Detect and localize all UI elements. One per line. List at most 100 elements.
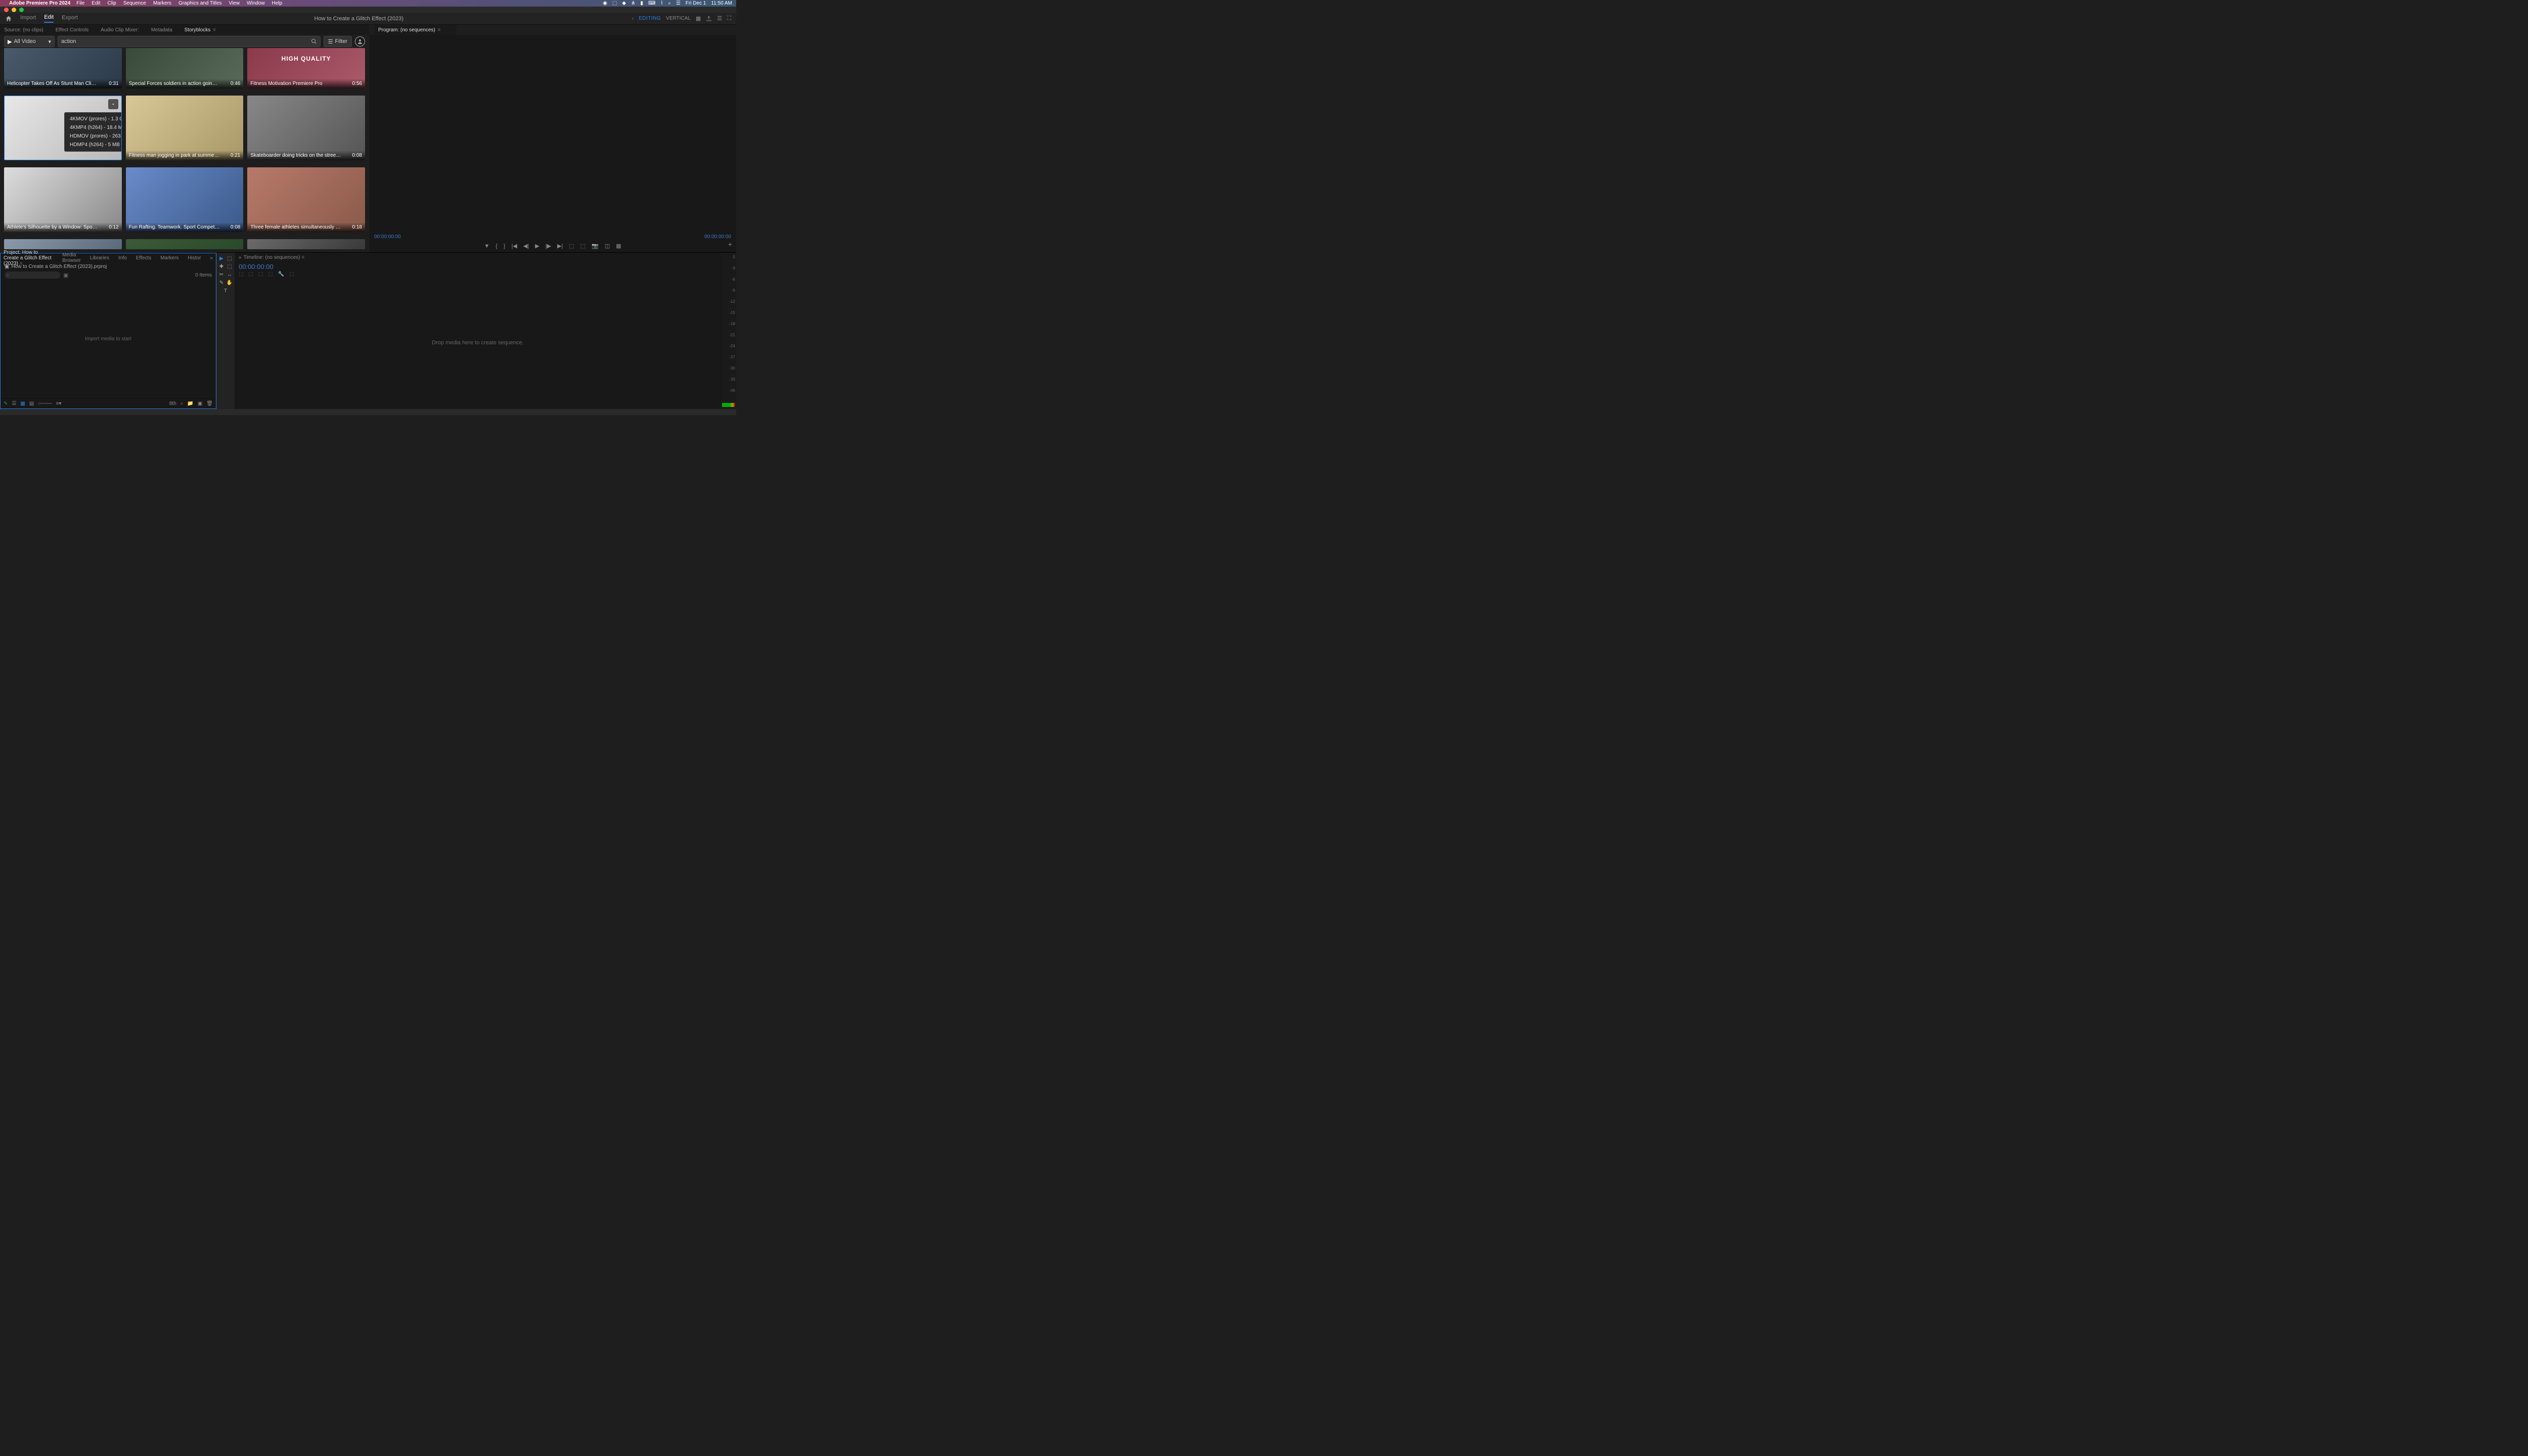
workspace-arrow[interactable]: ‹ <box>632 16 634 22</box>
tab-source[interactable]: Source: (no clips) <box>4 27 43 33</box>
tab-import[interactable]: Import <box>20 15 36 22</box>
list-view-icon[interactable]: ☰ <box>12 401 16 406</box>
download-button[interactable] <box>108 99 118 109</box>
clip-item[interactable]: Skateboarder doing tricks on the streets… <box>247 96 365 160</box>
share-icon[interactable] <box>706 16 712 22</box>
search-input[interactable] <box>61 38 311 44</box>
close-program-tab-icon[interactable]: ≡ <box>438 27 441 33</box>
clip-item[interactable] <box>247 239 365 249</box>
icon-view-icon[interactable]: ▦ <box>20 401 25 406</box>
go-to-out-button[interactable]: ▶| <box>557 243 563 249</box>
tab-effects[interactable]: Effects <box>136 255 151 261</box>
clip-item[interactable]: HIGH QUALITY Fitness Motivation Premiere… <box>247 48 365 88</box>
fullscreen-icon[interactable]: ⛶ <box>727 15 731 22</box>
status-icon-control[interactable]: ☰ <box>676 1 681 6</box>
pen-tool[interactable]: ✎ <box>218 279 225 286</box>
tab-markers[interactable]: Markers <box>160 255 178 261</box>
step-back-button[interactable]: ◀| <box>523 243 529 249</box>
program-timecode-right[interactable]: 00:00:00:00 <box>704 234 731 240</box>
clip-item[interactable] <box>4 239 122 249</box>
play-button[interactable]: ▶ <box>535 243 539 249</box>
menu-help[interactable]: Help <box>272 1 283 6</box>
menubar-date[interactable]: Fri Dec 1 <box>686 1 706 6</box>
tab-effect-controls[interactable]: Effect Controls <box>56 27 88 33</box>
tab-timeline[interactable]: Timeline: (no sequences) ≡ <box>244 255 305 260</box>
maximize-window-button[interactable] <box>19 8 24 12</box>
clip-item[interactable]: Special Forces soldiers in action going … <box>126 48 244 88</box>
download-option[interactable]: 4KMP4 (h264) - 18.4 MB <box>65 123 122 132</box>
step-forward-button[interactable]: |▶ <box>546 243 551 249</box>
clip-item[interactable]: Fitness man jogging in park at summer mo… <box>126 96 244 160</box>
clip-item-hovered[interactable]: 4KMOV (prores) - 1.3 GB 4KMP4 (h264) - 1… <box>4 96 122 160</box>
delete-icon[interactable]: 🗑 <box>206 401 213 406</box>
clip-item[interactable]: Fun Rafting. Teamwork. Sport Competition… <box>126 167 244 232</box>
extract-button[interactable]: ⬚ <box>580 243 585 249</box>
close-window-button[interactable] <box>4 8 9 12</box>
download-option[interactable]: 4KMOV (prores) - 1.3 GB <box>65 115 122 123</box>
search-icon[interactable] <box>311 38 317 44</box>
clip-item[interactable]: Athlete's Silhouette by a Window: Sports… <box>4 167 122 232</box>
menu-file[interactable]: File <box>76 1 84 6</box>
tab-libraries[interactable]: Libraries <box>90 255 109 261</box>
find-icon[interactable]: ⌕ <box>180 401 184 406</box>
menubar-time[interactable]: 11:50 AM <box>711 1 732 6</box>
close-icon[interactable]: ≡ <box>301 255 304 260</box>
program-timecode-left[interactable]: 00:00:00:00 <box>374 234 401 240</box>
tab-audio-mixer[interactable]: Audio Clip Mixer: <box>101 27 139 33</box>
download-option[interactable]: HDMP4 (h264) - 5 MB <box>65 141 122 149</box>
status-icon-wifi[interactable]: ⌇ <box>660 1 663 6</box>
menu-clip[interactable]: Clip <box>108 1 116 6</box>
track-select-tool[interactable]: ⬚ <box>226 255 233 262</box>
rolling-edit-tool[interactable]: ⬚ <box>226 263 233 270</box>
selection-tool[interactable]: ▶ <box>218 255 225 262</box>
menu-markers[interactable]: Markers <box>153 1 171 6</box>
lift-button[interactable]: ⬚ <box>569 243 574 249</box>
tab-program[interactable]: Program: (no sequences) ≡ <box>378 27 440 33</box>
status-icon-share[interactable]: ⋔ <box>631 1 635 6</box>
overflow-icon[interactable]: » <box>210 255 213 261</box>
status-icon-keyboard[interactable]: ⌨ <box>648 1 655 6</box>
filter-bin-icon[interactable]: ▣ <box>63 272 68 279</box>
quick-export-icon[interactable]: ☰ <box>717 15 722 22</box>
tab-export[interactable]: Export <box>62 15 78 22</box>
compare-button[interactable]: ◫ <box>605 243 610 249</box>
status-icon-battery[interactable]: ▮ <box>641 1 644 6</box>
hand-tool[interactable]: ✋ <box>226 279 233 286</box>
tab-metadata[interactable]: Metadata <box>151 27 172 33</box>
project-search-input[interactable]: ⌕ <box>5 271 60 279</box>
safe-margins-button[interactable]: ▦ <box>616 243 621 249</box>
app-name[interactable]: Adobe Premiere Pro 2024 <box>9 1 70 6</box>
clip-item[interactable]: Helicopter Takes Off As Stunt Man Climbs… <box>4 48 122 88</box>
status-icon-cc[interactable]: ◆ <box>622 1 626 6</box>
minimize-window-button[interactable] <box>12 8 16 12</box>
add-button[interactable]: + <box>728 240 732 248</box>
bracket-out-icon[interactable]: } <box>504 243 506 249</box>
workspace-add-icon[interactable]: ▦ <box>696 15 701 22</box>
status-icon-2[interactable]: ⬚ <box>612 1 617 6</box>
clip-item[interactable] <box>126 239 244 249</box>
bin-row[interactable]: ▣ How to Create a Glitch Effect (2023).p… <box>1 262 216 270</box>
filter-button[interactable]: ☰ Filter <box>324 36 352 47</box>
freeform-view-icon[interactable]: ▤ <box>29 401 34 406</box>
tab-history[interactable]: Histor <box>188 255 201 261</box>
slip-tool[interactable]: ↔ <box>226 271 233 278</box>
menu-graphics[interactable]: Graphics and Titles <box>178 1 222 6</box>
new-item-icon[interactable]: ✎ <box>4 401 8 406</box>
razor-tool[interactable]: ✂ <box>218 271 225 278</box>
menu-window[interactable]: Window <box>247 1 265 6</box>
menu-edit[interactable]: Edit <box>92 1 100 6</box>
new-bin-icon[interactable]: 📁 <box>187 401 193 406</box>
home-icon[interactable] <box>5 15 12 22</box>
menu-sequence[interactable]: Sequence <box>123 1 146 6</box>
menu-view[interactable]: View <box>229 1 240 6</box>
clip-grid[interactable]: Helicopter Takes Off As Stunt Man Climbs… <box>0 48 369 252</box>
bracket-in-icon[interactable]: { <box>495 243 498 249</box>
mark-in-button[interactable]: ▼ <box>484 243 489 249</box>
category-dropdown[interactable]: ▶ All Video ▾ <box>4 36 55 47</box>
sort-icon[interactable]: ≡▾ <box>56 401 62 406</box>
type-tool[interactable]: T <box>222 287 229 294</box>
ripple-edit-tool[interactable]: ✚ <box>218 263 225 270</box>
workspace-editing[interactable]: EDITING <box>639 16 661 21</box>
close-tab-icon[interactable]: ≡ <box>213 27 216 33</box>
go-to-in-button[interactable]: |◀ <box>512 243 517 249</box>
